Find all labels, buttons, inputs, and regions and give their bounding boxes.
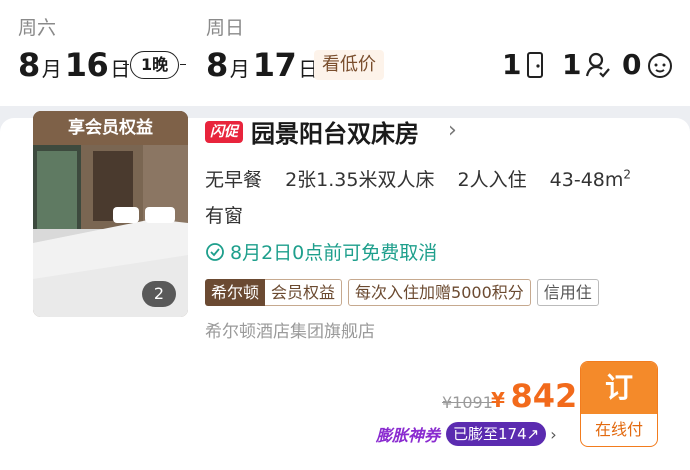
checkout-day: 17 <box>252 46 297 84</box>
brand-tag: 希尔顿 <box>205 279 266 306</box>
door-icon <box>527 51 544 78</box>
children-count: 0 <box>622 48 642 81</box>
check-circle-icon <box>206 242 224 261</box>
store-name: 希尔顿酒店集团旗舰店 <box>205 322 375 342</box>
photo-count-badge: 2 <box>142 281 176 307</box>
checkin-month: 8 <box>18 46 40 84</box>
cancel-text: 8月2日0点前可免费取消 <box>230 242 438 264</box>
checkin-day-unit: 日 <box>110 57 131 81</box>
checkout-date[interactable]: 8 月 17 日 <box>206 46 321 84</box>
amenity-beds: 2张1.35米双人床 <box>285 169 435 191</box>
date-header: 周六 8 月 16 日 1晚 周日 8 月 17 日 看低价 1 1 0 <box>0 0 690 106</box>
credit-tag: 信用住 <box>536 279 599 306</box>
rooms-selector[interactable]: 1 <box>502 48 545 81</box>
arrow-up-icon: ↗ <box>526 425 540 443</box>
room-title[interactable]: 园景阳台双床房 <box>251 114 419 149</box>
coupon-pill-text: 已膨至174 <box>453 425 527 443</box>
rooms-count: 1 <box>502 48 522 81</box>
book-label: 订 <box>581 362 657 414</box>
points-tag: 每次入住加赠5000积分 <box>348 279 531 306</box>
book-button[interactable]: 订 在线付 <box>580 361 658 447</box>
checkout-month-unit: 月 <box>229 57 250 81</box>
low-price-button[interactable]: 看低价 <box>314 50 384 80</box>
room-photo[interactable]: 享会员权益 2 <box>33 111 188 317</box>
member-benefit-banner: 享会员权益 <box>33 111 188 145</box>
currency-symbol: ¥ <box>491 388 505 412</box>
room-tags: 希尔顿 会员权益 每次入住加赠5000积分 信用住 <box>205 279 605 306</box>
hilton-member-tag: 希尔顿 会员权益 <box>205 279 343 306</box>
amenity-breakfast: 无早餐 <box>205 169 263 191</box>
adults-selector[interactable]: 1 <box>562 48 611 81</box>
current-price: ¥ 842 <box>491 377 577 415</box>
window-info: 有窗 <box>205 205 244 227</box>
coupon-pill: 已膨至174↗ <box>446 422 547 446</box>
checkout-month: 8 <box>206 46 228 84</box>
checkout-weekday: 周日 <box>206 17 245 39</box>
coupon-label: 膨胀神券 <box>376 426 441 445</box>
adults-count: 1 <box>562 48 582 81</box>
chevron-right-icon[interactable]: › <box>448 118 457 143</box>
coupon-chevron-icon: › <box>550 424 557 444</box>
price-value: 842 <box>510 377 578 415</box>
amenity-area: 43-48m2 <box>549 167 632 191</box>
free-cancel-policy: 8月2日0点前可免费取消 <box>205 238 437 265</box>
member-tag: 会员权益 <box>265 279 343 306</box>
nights-badge: 1晚 <box>122 51 187 79</box>
checkin-weekday: 周六 <box>18 17 57 39</box>
person-icon <box>586 52 611 78</box>
flash-sale-badge: 闪促 <box>205 121 243 143</box>
room-amenities: 无早餐 2张1.35米双人床 2人入住 43-48m2 <box>205 165 631 192</box>
child-face-icon <box>648 52 673 78</box>
amenity-area-value: 43-48m <box>549 169 624 191</box>
amenity-guests: 2人入住 <box>457 169 527 191</box>
checkin-date[interactable]: 8 月 16 日 <box>18 46 133 84</box>
children-selector[interactable]: 0 <box>622 48 675 81</box>
amenity-area-sup: 2 <box>623 167 632 182</box>
original-price: ¥1091 <box>442 393 493 412</box>
coupon-info[interactable]: 膨胀神券 已膨至174↗ › <box>376 422 557 446</box>
pay-online-label: 在线付 <box>594 420 643 439</box>
checkin-month-unit: 月 <box>41 57 62 81</box>
checkin-day: 16 <box>64 46 109 84</box>
